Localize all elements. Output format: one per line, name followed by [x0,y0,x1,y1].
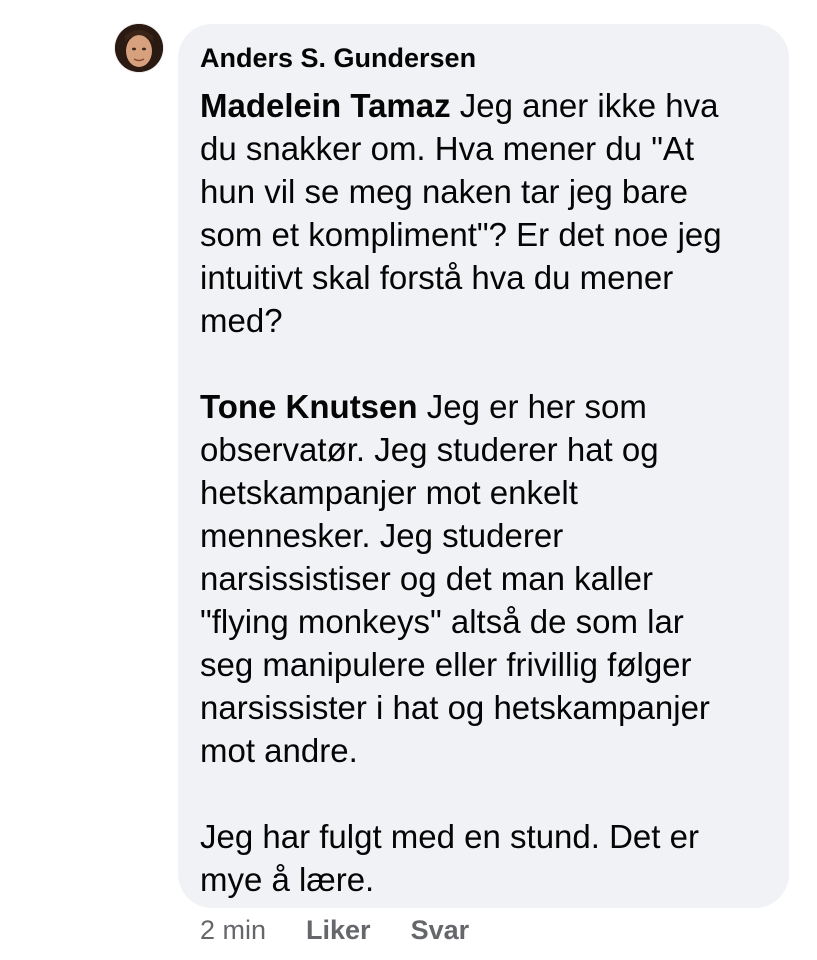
comment-line: intuitivt skal forstå hva du mener [200,259,674,296]
comment-bubble: Anders S. Gundersen Madelein Tamaz Jeg a… [178,24,789,908]
comment-author[interactable]: Anders S. Gundersen [200,40,767,76]
comment-body: Madelein Tamaz Jeg aner ikke hva du snak… [200,84,767,901]
like-button[interactable]: Liker [306,912,371,948]
avatar-face-icon [115,24,163,72]
comment-line: Jeg er her som [417,388,647,425]
comment-line: du snakker om. Hva mener du "At [200,130,695,167]
comment-line: mye å lære. [200,861,375,898]
mention-link[interactable]: Madelein Tamaz [200,87,451,124]
comment-line: med? [200,302,283,339]
comment-line: observatør. Jeg studerer hat og [200,431,659,468]
comment-line: narsissister i hat og hetskampanjer [200,689,710,726]
comment-line: Jeg har fulgt med en stund. Det er [200,818,699,855]
comment-paragraph: Tone Knutsen Jeg er her som observatør. … [200,385,767,772]
comment-line: Jeg aner ikke hva [450,87,719,124]
reply-button[interactable]: Svar [411,912,470,948]
comment-paragraph: Madelein Tamaz Jeg aner ikke hva du snak… [200,84,767,342]
comment-line: hetskampanjer mot enkelt [200,474,578,511]
comment-line: hun vil se meg naken tar jeg bare [200,173,688,210]
mention-link[interactable]: Tone Knutsen [200,388,418,425]
comment-line: "flying monkeys" altså de som lar [200,603,684,640]
comment-line: mennesker. Jeg studerer [200,517,564,554]
comment-line: narsissistiser og det man kaller [200,560,654,597]
comment-line: som et kompliment"? Er det noe jeg [200,216,722,253]
comment-paragraph: Jeg har fulgt med en stund. Det er mye å… [200,815,767,901]
comment-line: mot andre. [200,732,358,769]
comment-actions: 2 min Liker Svar [200,912,469,948]
comment-line: seg manipulere eller frivillig følger [200,646,692,683]
comment-timestamp[interactable]: 2 min [200,912,266,948]
author-avatar[interactable] [115,24,163,72]
